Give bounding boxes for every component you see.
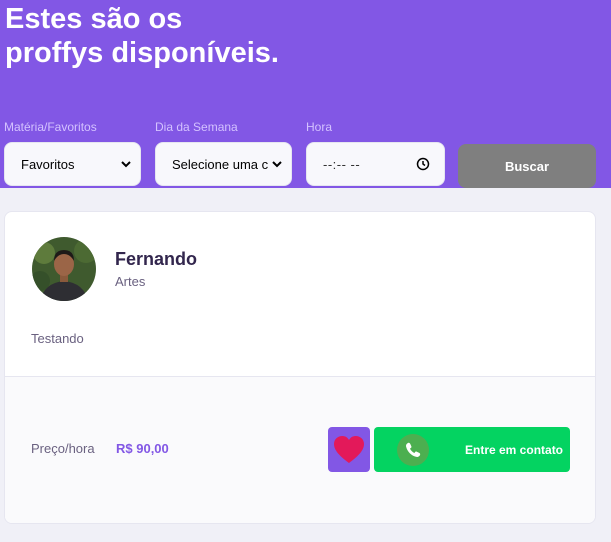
subject-filter: Matéria/Favoritos Favoritos <box>4 120 141 186</box>
whatsapp-icon <box>397 433 429 466</box>
weekday-filter-label: Dia da Semana <box>155 120 238 134</box>
time-filter-label: Hora <box>306 120 333 134</box>
chevron-down-icon <box>121 161 131 168</box>
time-input-value: --:-- -- <box>323 156 361 172</box>
page-title: Estes são os proffys disponíveis. <box>5 2 425 70</box>
contact-button-label: Entre em contato <box>465 442 564 457</box>
subject-select-value: Favoritos <box>21 156 75 172</box>
contact-button[interactable]: Entre em contato <box>374 427 570 472</box>
page-header: Estes são os proffys disponíveis. Matéri… <box>0 0 611 188</box>
search-button[interactable]: Buscar <box>458 144 596 188</box>
time-input[interactable]: --:-- -- <box>306 142 445 186</box>
heart-icon <box>334 435 364 463</box>
teacher-bio: Testando <box>31 331 84 346</box>
weekday-select[interactable]: Selecione uma c <box>155 142 292 186</box>
avatar <box>32 237 96 301</box>
avatar-image <box>32 237 96 301</box>
page-title-line-2: proffys disponíveis. <box>5 37 279 69</box>
page-title-line-1: Estes são os <box>5 3 183 35</box>
teacher-subject: Artes <box>115 274 146 289</box>
chevron-down-icon <box>272 161 282 168</box>
price-value: R$ 90,00 <box>116 441 169 456</box>
weekday-filter: Dia da Semana Selecione uma c <box>155 120 292 186</box>
subject-select[interactable]: Favoritos <box>4 142 141 186</box>
phone-icon <box>406 442 421 457</box>
clock-icon[interactable] <box>416 157 430 171</box>
favorite-button[interactable] <box>328 427 370 472</box>
price-label: Preço/hora <box>31 441 95 456</box>
time-filter: Hora --:-- -- <box>306 120 445 186</box>
weekday-select-value: Selecione uma c <box>172 156 269 172</box>
subject-filter-label: Matéria/Favoritos <box>4 120 97 134</box>
teacher-name: Fernando <box>115 249 198 269</box>
teacher-card: Fernando Artes Testando Preço/hora R$ 90… <box>4 211 596 524</box>
